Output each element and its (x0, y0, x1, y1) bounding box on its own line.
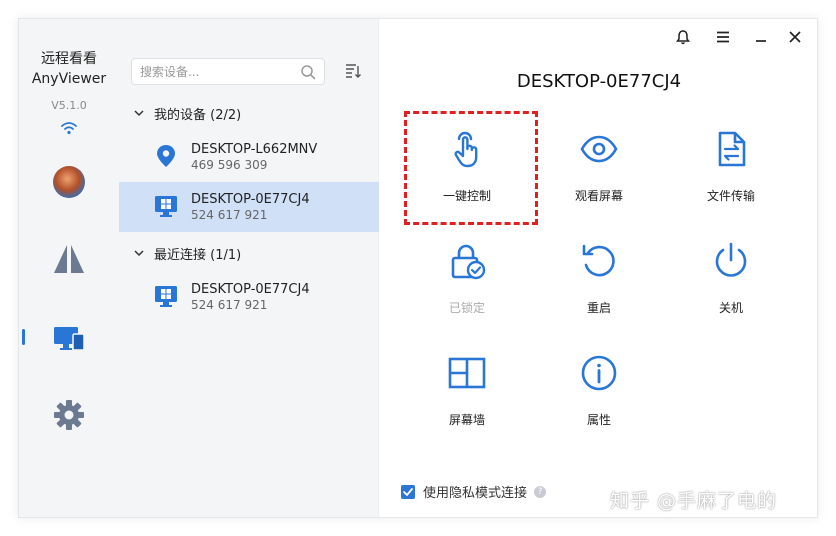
app-version: V5.1.0 (51, 99, 87, 112)
app-name-en: AnyViewer (31, 71, 107, 87)
action-label: 屏幕墙 (448, 413, 485, 427)
power-icon (715, 242, 747, 277)
device-detail-panel: DESKTOP-0E77CJ4 一键控制 观看屏幕 文件传输 已锁定 重启 关机… (379, 19, 817, 517)
close-icon[interactable] (787, 29, 803, 45)
device-id: 524 617 921 (191, 208, 268, 222)
search-icon[interactable] (300, 64, 316, 80)
sort-list-icon[interactable] (345, 63, 361, 79)
device-list-panel: 我的设备 (2/2) DESKTOP-L662MNV 469 596 309 D… (119, 19, 379, 517)
screen-wall-icon (448, 357, 486, 389)
action-label: 重启 (586, 301, 611, 315)
app-name: 远程看看 AnyViewer (19, 49, 119, 89)
search-input[interactable] (140, 63, 290, 81)
help-icon[interactable]: ? (534, 485, 547, 498)
privacy-checkbox[interactable] (401, 484, 415, 499)
privacy-mode-option[interactable]: 使用隐私模式连接 ? (401, 482, 547, 501)
action-locked: 已锁定 (401, 227, 533, 327)
chevron-down-icon (134, 110, 144, 117)
list-item-selected[interactable]: DESKTOP-0E77CJ4 524 617 921 (119, 182, 379, 232)
action-screen-wall[interactable]: 屏幕墙 (401, 339, 533, 439)
chevron-down-icon (134, 250, 144, 257)
device-name: DESKTOP-0E77CJ4 (191, 282, 310, 297)
nav-active-indicator (22, 329, 25, 345)
page-title: DESKTOP-0E77CJ4 (516, 71, 682, 92)
list-item[interactable]: DESKTOP-0E77CJ4 524 617 921 (119, 272, 379, 322)
file-transfer-icon (718, 131, 746, 167)
avatar[interactable] (53, 166, 85, 198)
privacy-label: 使用隐私模式连接 (423, 486, 528, 501)
wifi-icon (61, 122, 77, 135)
action-view-screen[interactable]: 观看屏幕 (533, 115, 665, 215)
device-id: 469 596 309 (191, 158, 268, 172)
menu-icon[interactable] (715, 29, 731, 45)
windows-monitor-icon (155, 196, 177, 217)
action-label: 关机 (718, 301, 743, 315)
action-shutdown[interactable]: 关机 (665, 227, 797, 327)
highlight-box (404, 111, 538, 225)
action-label: 属性 (586, 413, 611, 427)
action-properties[interactable]: 属性 (533, 339, 665, 439)
group-label: 最近连接 (1/1) (154, 247, 242, 263)
group-recent[interactable]: 最近连接 (1/1) (133, 243, 241, 263)
app-window: 远程看看 AnyViewer V5.1.0 搜索设备... 我的设备 (2/2)… (18, 18, 818, 518)
lock-check-icon (451, 244, 486, 280)
action-label: 文件传输 (706, 189, 755, 203)
app-name-cn: 远程看看 (41, 51, 97, 67)
action-file-transfer[interactable]: 文件传输 (665, 115, 797, 215)
search-box[interactable] (131, 58, 325, 85)
windows-monitor-icon (155, 286, 177, 307)
nav-remote-icon[interactable] (51, 241, 87, 277)
list-item[interactable]: DESKTOP-L662MNV 469 596 309 (119, 132, 379, 182)
settings-gear-icon[interactable] (51, 397, 87, 433)
device-id: 524 617 921 (191, 298, 268, 312)
location-pin-icon (157, 145, 175, 167)
info-icon (581, 355, 617, 391)
group-label: 我的设备 (2/2) (154, 107, 242, 123)
action-label: 观看屏幕 (574, 189, 623, 203)
device-name: DESKTOP-L662MNV (191, 142, 318, 157)
minimize-icon[interactable] (753, 29, 769, 45)
action-label: 已锁定 (448, 301, 485, 315)
bell-icon[interactable] (675, 29, 691, 45)
watermark: 知乎 @手麻了电的 (610, 490, 778, 512)
restart-icon (582, 244, 615, 277)
nav-devices-icon[interactable] (51, 320, 87, 356)
group-my-devices[interactable]: 我的设备 (2/2) (133, 103, 241, 123)
eye-icon (580, 135, 618, 163)
sidebar: 远程看看 AnyViewer V5.1.0 (19, 19, 119, 517)
device-name: DESKTOP-0E77CJ4 (191, 192, 310, 207)
check-icon (403, 487, 413, 496)
action-restart[interactable]: 重启 (533, 227, 665, 327)
